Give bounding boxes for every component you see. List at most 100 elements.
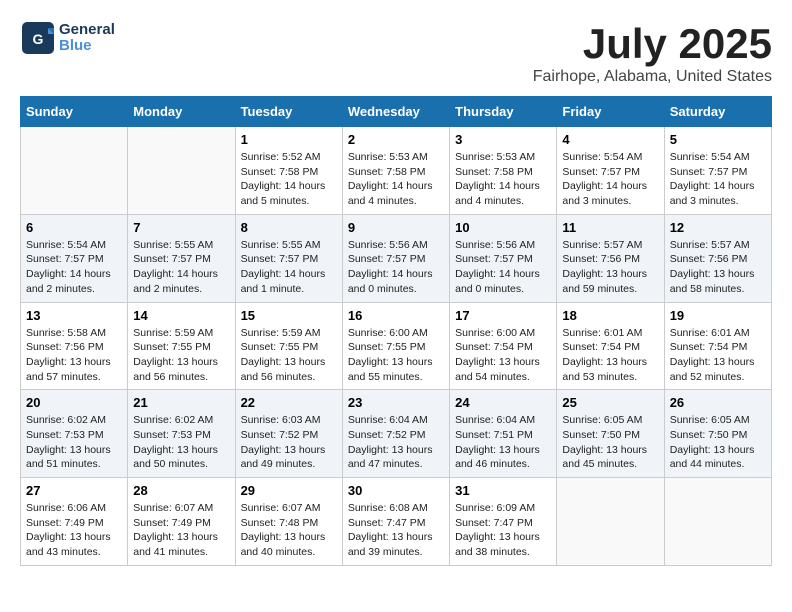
day-number: 2 — [348, 132, 444, 147]
day-number: 18 — [562, 308, 658, 323]
day-number: 3 — [455, 132, 551, 147]
day-number: 17 — [455, 308, 551, 323]
day-number: 4 — [562, 132, 658, 147]
day-cell — [664, 478, 771, 566]
day-info: Sunrise: 6:01 AM Sunset: 7:54 PM Dayligh… — [562, 326, 658, 385]
column-header-tuesday: Tuesday — [235, 97, 342, 127]
day-cell: 13Sunrise: 5:58 AM Sunset: 7:56 PM Dayli… — [21, 302, 128, 390]
day-number: 21 — [133, 395, 229, 410]
day-cell — [21, 127, 128, 215]
day-info: Sunrise: 5:53 AM Sunset: 7:58 PM Dayligh… — [455, 150, 551, 209]
day-number: 15 — [241, 308, 337, 323]
day-info: Sunrise: 6:05 AM Sunset: 7:50 PM Dayligh… — [670, 413, 766, 472]
day-info: Sunrise: 5:57 AM Sunset: 7:56 PM Dayligh… — [562, 238, 658, 297]
title-block: July 2025 Fairhope, Alabama, United Stat… — [533, 20, 772, 86]
day-cell: 28 Sunrise: 6:07 AM Sunset: 7:49 PM Dayli… — [128, 478, 235, 566]
day-info: Sunrise: 5:55 AM Sunset: 7:57 PM Dayligh… — [241, 238, 337, 297]
day-info: Sunrise: 5:56 AM Sunset: 7:57 PM Dayligh… — [455, 238, 551, 297]
day-cell: 8 Sunrise: 5:55 AM Sunset: 7:57 PM Daylig… — [235, 214, 342, 302]
day-info: Sunrise: 5:55 AM Sunset: 7:57 PM Dayligh… — [133, 238, 229, 297]
column-header-wednesday: Wednesday — [342, 97, 449, 127]
day-info: Sunrise: 5:54 AM Sunset: 7:57 PM Dayligh… — [670, 150, 766, 209]
day-cell: 4 Sunrise: 5:54 AM Sunset: 7:57 PM Daylig… — [557, 127, 664, 215]
day-info: Sunrise: 6:08 AM Sunset: 7:47 PM Dayligh… — [348, 501, 444, 560]
day-number: 11 — [562, 220, 658, 235]
day-info: Sunrise: 6:00 AM Sunset: 7:54 PM Dayligh… — [455, 326, 551, 385]
logo-general: General — [59, 22, 115, 39]
day-info: Sunrise: 5:54 AM Sunset: 7:57 PM Dayligh… — [562, 150, 658, 209]
day-number: 29 — [241, 483, 337, 498]
page-header: G General Blue July 2025 Fairhope, Alaba… — [20, 20, 772, 86]
column-header-friday: Friday — [557, 97, 664, 127]
day-cell: 26 Sunrise: 6:05 AM Sunset: 7:50 PM Dayli… — [664, 390, 771, 478]
day-number: 25 — [562, 395, 658, 410]
day-cell: 16 Sunrise: 6:00 AM Sunset: 7:55 PM Dayli… — [342, 302, 449, 390]
day-cell: 25 Sunrise: 6:05 AM Sunset: 7:50 PM Dayli… — [557, 390, 664, 478]
day-number: 14 — [133, 308, 229, 323]
svg-text:G: G — [33, 31, 44, 47]
week-row-2: 6 Sunrise: 5:54 AM Sunset: 7:57 PM Daylig… — [21, 214, 772, 302]
day-cell: 3 Sunrise: 5:53 AM Sunset: 7:58 PM Daylig… — [450, 127, 557, 215]
day-cell: 10Sunrise: 5:56 AM Sunset: 7:57 PM Dayli… — [450, 214, 557, 302]
day-number: 28 — [133, 483, 229, 498]
day-cell: 31 Sunrise: 6:09 AM Sunset: 7:47 PM Dayli… — [450, 478, 557, 566]
day-number: 19 — [670, 308, 766, 323]
day-number: 16 — [348, 308, 444, 323]
day-cell: 24Sunrise: 6:04 AM Sunset: 7:51 PM Dayli… — [450, 390, 557, 478]
day-info: Sunrise: 6:04 AM Sunset: 7:51 PM Dayligh… — [455, 413, 551, 472]
day-info: Sunrise: 5:59 AM Sunset: 7:55 PM Dayligh… — [241, 326, 337, 385]
day-cell: 22Sunrise: 6:03 AM Sunset: 7:52 PM Dayli… — [235, 390, 342, 478]
day-info: Sunrise: 6:00 AM Sunset: 7:55 PM Dayligh… — [348, 326, 444, 385]
day-number: 23 — [348, 395, 444, 410]
location: Fairhope, Alabama, United States — [533, 68, 772, 86]
day-info: Sunrise: 6:03 AM Sunset: 7:52 PM Dayligh… — [241, 413, 337, 472]
day-number: 9 — [348, 220, 444, 235]
column-header-monday: Monday — [128, 97, 235, 127]
week-row-5: 27 Sunrise: 6:06 AM Sunset: 7:49 PM Dayli… — [21, 478, 772, 566]
day-cell: 18 Sunrise: 6:01 AM Sunset: 7:54 PM Dayli… — [557, 302, 664, 390]
day-info: Sunrise: 6:04 AM Sunset: 7:52 PM Dayligh… — [348, 413, 444, 472]
day-info: Sunrise: 6:07 AM Sunset: 7:49 PM Dayligh… — [133, 501, 229, 560]
day-cell: 23 Sunrise: 6:04 AM Sunset: 7:52 PM Dayli… — [342, 390, 449, 478]
logo-blue: Blue — [59, 38, 115, 55]
day-info: Sunrise: 5:54 AM Sunset: 7:57 PM Dayligh… — [26, 238, 122, 297]
day-cell: 30Sunrise: 6:08 AM Sunset: 7:47 PM Dayli… — [342, 478, 449, 566]
day-cell — [128, 127, 235, 215]
day-info: Sunrise: 6:05 AM Sunset: 7:50 PM Dayligh… — [562, 413, 658, 472]
week-row-1: 1Sunrise: 5:52 AM Sunset: 7:58 PM Daylig… — [21, 127, 772, 215]
column-header-sunday: Sunday — [21, 97, 128, 127]
day-cell: 2 Sunrise: 5:53 AM Sunset: 7:58 PM Daylig… — [342, 127, 449, 215]
day-cell: 12Sunrise: 5:57 AM Sunset: 7:56 PM Dayli… — [664, 214, 771, 302]
day-info: Sunrise: 6:09 AM Sunset: 7:47 PM Dayligh… — [455, 501, 551, 560]
day-info: Sunrise: 5:59 AM Sunset: 7:55 PM Dayligh… — [133, 326, 229, 385]
day-cell: 6 Sunrise: 5:54 AM Sunset: 7:57 PM Daylig… — [21, 214, 128, 302]
day-cell: 21 Sunrise: 6:02 AM Sunset: 7:53 PM Dayli… — [128, 390, 235, 478]
day-cell: 11 Sunrise: 5:57 AM Sunset: 7:56 PM Dayli… — [557, 214, 664, 302]
week-row-4: 20 Sunrise: 6:02 AM Sunset: 7:53 PM Dayli… — [21, 390, 772, 478]
day-cell: 9Sunrise: 5:56 AM Sunset: 7:57 PM Daylig… — [342, 214, 449, 302]
day-number: 7 — [133, 220, 229, 235]
day-number: 6 — [26, 220, 122, 235]
logo: G General Blue — [20, 20, 115, 56]
day-info: Sunrise: 6:07 AM Sunset: 7:48 PM Dayligh… — [241, 501, 337, 560]
day-number: 31 — [455, 483, 551, 498]
logo-icon: G — [20, 20, 56, 56]
day-info: Sunrise: 5:53 AM Sunset: 7:58 PM Dayligh… — [348, 150, 444, 209]
day-cell: 15 Sunrise: 5:59 AM Sunset: 7:55 PM Dayli… — [235, 302, 342, 390]
day-number: 26 — [670, 395, 766, 410]
day-cell: 5Sunrise: 5:54 AM Sunset: 7:57 PM Daylig… — [664, 127, 771, 215]
day-number: 8 — [241, 220, 337, 235]
day-cell: 14 Sunrise: 5:59 AM Sunset: 7:55 PM Dayli… — [128, 302, 235, 390]
day-info: Sunrise: 6:02 AM Sunset: 7:53 PM Dayligh… — [133, 413, 229, 472]
day-number: 12 — [670, 220, 766, 235]
day-cell: 19 Sunrise: 6:01 AM Sunset: 7:54 PM Dayli… — [664, 302, 771, 390]
day-info: Sunrise: 6:06 AM Sunset: 7:49 PM Dayligh… — [26, 501, 122, 560]
day-cell: 1Sunrise: 5:52 AM Sunset: 7:58 PM Daylig… — [235, 127, 342, 215]
day-number: 1 — [241, 132, 337, 147]
column-header-saturday: Saturday — [664, 97, 771, 127]
day-number: 27 — [26, 483, 122, 498]
day-number: 20 — [26, 395, 122, 410]
calendar-header: SundayMondayTuesdayWednesdayThursdayFrid… — [21, 97, 772, 127]
day-number: 13 — [26, 308, 122, 323]
day-info: Sunrise: 6:01 AM Sunset: 7:54 PM Dayligh… — [670, 326, 766, 385]
